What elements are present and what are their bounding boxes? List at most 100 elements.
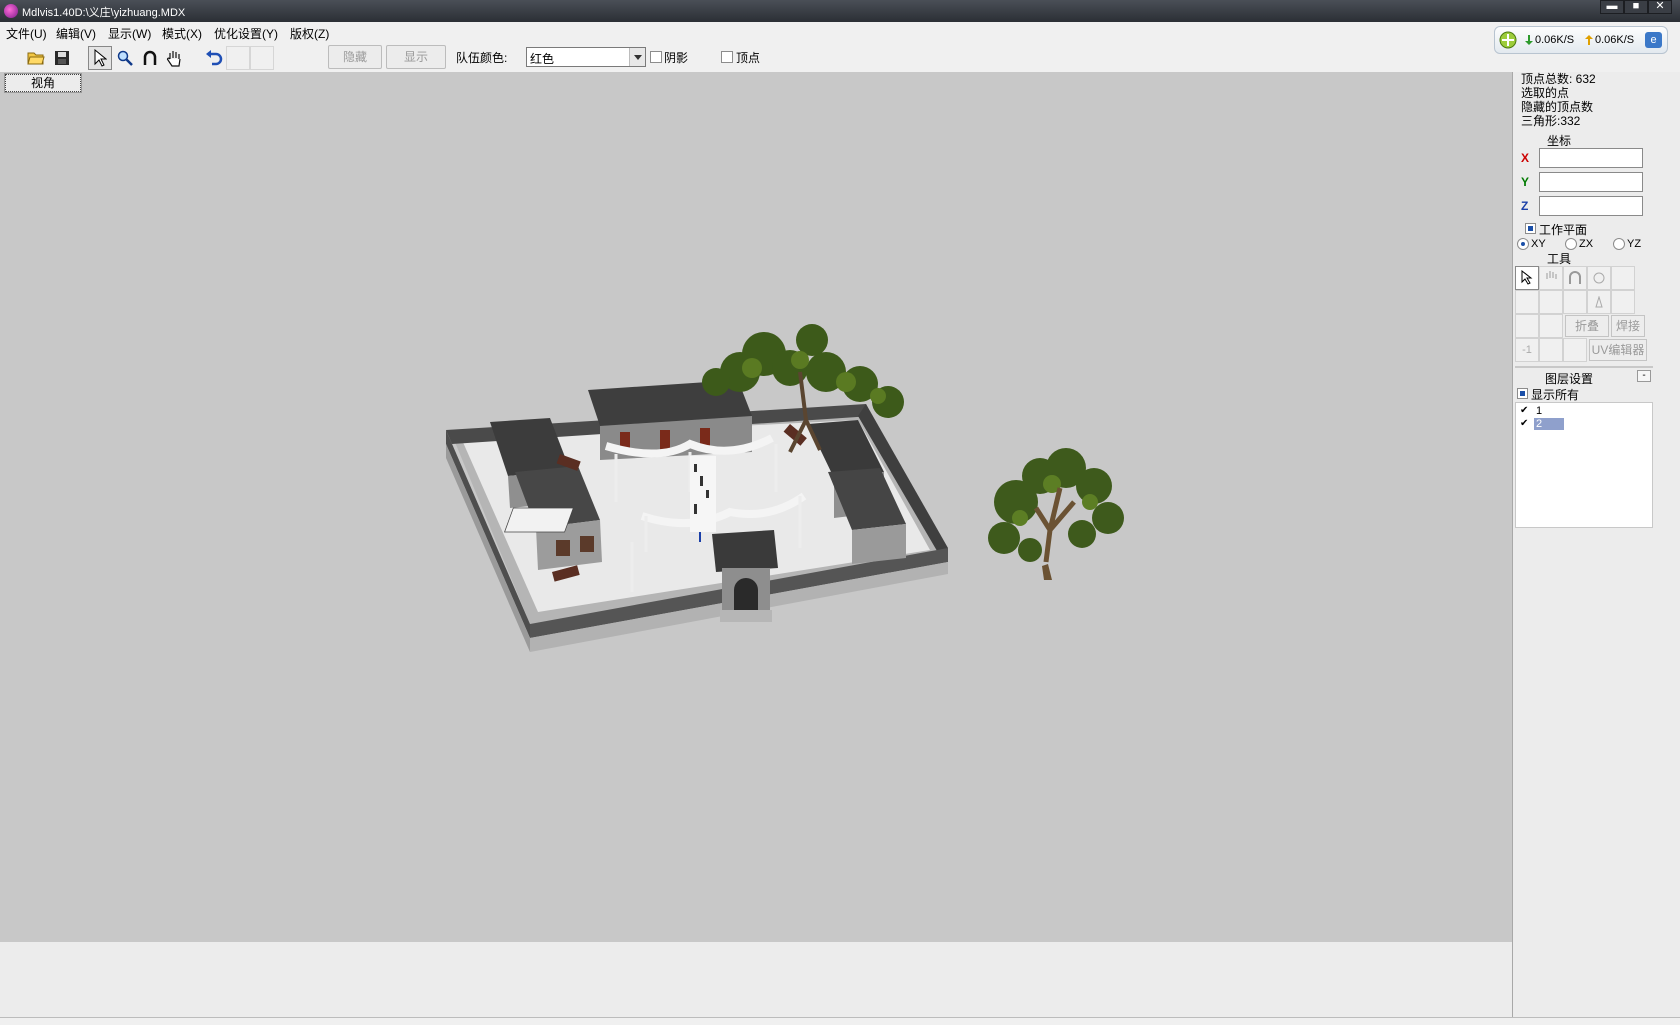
download-arrow-icon	[1525, 35, 1533, 45]
maximize-button[interactable]: ■	[1624, 0, 1648, 14]
fold-button[interactable]: 折叠	[1565, 315, 1609, 337]
blank-tool-button-2[interactable]	[250, 46, 274, 70]
status-bar	[0, 1017, 1680, 1025]
triangles-stat: 三角形:332	[1521, 114, 1581, 128]
menu-edit[interactable]: 编辑(V)	[56, 25, 96, 42]
show-all-label: 显示所有	[1531, 388, 1580, 402]
undo-button[interactable]	[202, 46, 226, 70]
plane-zx-label: ZX	[1579, 238, 1594, 250]
layer-name: 2	[1534, 418, 1564, 430]
menu-file[interactable]: 文件(U)	[6, 25, 47, 42]
select-arrow-icon	[94, 49, 107, 67]
tool-slot-10[interactable]	[1611, 290, 1635, 314]
vertex-select-tool[interactable]	[1515, 266, 1539, 290]
layer-checkbox[interactable]: ✔	[1520, 419, 1531, 430]
pan-vertex-tool[interactable]	[1539, 266, 1563, 290]
circle-tool[interactable]	[1587, 266, 1611, 290]
tool-slot-6[interactable]	[1515, 290, 1539, 314]
menu-bar: 文件(U) 编辑(V) 显示(W) 模式(X) 优化设置(Y) 版权(Z)	[0, 22, 1680, 42]
minus-one-button[interactable]: -1	[1515, 338, 1539, 362]
open-folder-icon	[27, 52, 45, 65]
selected-points-stat: 选取的点	[1521, 86, 1570, 100]
show-all-checkbox[interactable]	[1517, 388, 1528, 399]
layer-checkbox[interactable]: ✔	[1520, 406, 1531, 417]
open-button[interactable]	[24, 46, 48, 70]
coords-title: 坐标	[1547, 134, 1572, 148]
select-tool-button[interactable]	[88, 46, 112, 70]
tools-title: 工具	[1547, 252, 1572, 266]
menu-copyright[interactable]: 版权(Z)	[290, 25, 329, 42]
plane-zx-radio[interactable]	[1565, 238, 1577, 250]
x-label: X	[1521, 151, 1530, 165]
blank-tool-button-1[interactable]	[226, 46, 250, 70]
undo-icon	[206, 50, 223, 66]
y-coord-input[interactable]	[1539, 172, 1643, 192]
app-icon	[4, 4, 18, 18]
browser-icon: e	[1645, 32, 1662, 48]
hide-button[interactable]: 隐藏	[328, 45, 382, 69]
plane-xy-radio[interactable]	[1517, 238, 1529, 250]
hidden-vertices-stat: 隐藏的顶点数	[1521, 100, 1594, 114]
circle-icon	[1593, 272, 1605, 284]
layers-list[interactable]: ✔ 1 ✔ 2	[1515, 402, 1653, 528]
plane-yz-radio[interactable]	[1613, 238, 1625, 250]
uv-editor-button[interactable]: UV编辑器	[1589, 339, 1647, 361]
viewport-3d[interactable]: 视角	[0, 72, 1512, 942]
hand-icon	[167, 51, 181, 67]
y-label: Y	[1521, 175, 1530, 189]
upload-arrow-icon	[1585, 35, 1593, 45]
tool-slot-8[interactable]	[1563, 290, 1587, 314]
layer-name: 1	[1536, 405, 1543, 417]
tool-slot-15[interactable]	[1563, 338, 1587, 362]
extrude-tool[interactable]	[1587, 290, 1611, 314]
bottom-panel	[0, 942, 1512, 1017]
rotate-icon	[1569, 271, 1581, 284]
vertex-label: 顶点	[736, 51, 761, 65]
plane-xy-label: XY	[1531, 238, 1546, 250]
network-globe-icon	[1499, 31, 1517, 49]
tool-slot-7[interactable]	[1539, 290, 1563, 314]
menu-display[interactable]: 显示(W)	[108, 25, 151, 42]
select-arrow-icon	[1521, 270, 1533, 285]
z-coord-input[interactable]	[1539, 196, 1643, 216]
menu-optimize[interactable]: 优化设置(Y)	[214, 25, 278, 42]
shadow-checkbox[interactable]	[650, 51, 662, 63]
tool-slot-11[interactable]	[1515, 314, 1539, 338]
team-color-label: 队伍颜色:	[456, 51, 508, 65]
hand-icon	[1546, 271, 1557, 279]
team-color-select[interactable]: 红色	[526, 47, 646, 67]
rotate-tool-button[interactable]	[138, 46, 162, 70]
close-button[interactable]: ✕	[1648, 0, 1672, 14]
menu-mode[interactable]: 模式(X)	[162, 25, 202, 42]
properties-panel: 顶点总数: 632 选取的点 隐藏的顶点数 三角形:332 坐标 X Y Z 工…	[1512, 72, 1680, 1017]
pan-tool-button[interactable]	[162, 46, 186, 70]
rotate-vertex-tool[interactable]	[1563, 266, 1587, 290]
layers-title: 图层设置	[1545, 372, 1594, 386]
team-color-value: 红色	[530, 52, 555, 66]
model-render	[446, 324, 1124, 652]
vertex-checkbox[interactable]	[721, 51, 733, 63]
panel-divider	[1515, 366, 1653, 368]
save-button[interactable]	[50, 46, 74, 70]
work-plane-label: 工作平面	[1539, 223, 1588, 237]
tool-slot-12[interactable]	[1539, 314, 1563, 338]
layers-collapse-button[interactable]: -	[1637, 370, 1651, 382]
x-coord-input[interactable]	[1539, 148, 1643, 168]
extrude-icon	[1595, 296, 1603, 308]
tool-slot-5[interactable]	[1611, 266, 1635, 290]
total-vertices-stat: 顶点总数: 632	[1521, 72, 1596, 86]
save-icon	[55, 51, 69, 65]
tool-slot-14[interactable]	[1539, 338, 1563, 362]
zoom-tool-button[interactable]	[113, 46, 137, 70]
z-label: Z	[1521, 199, 1529, 213]
plane-yz-label: YZ	[1627, 238, 1642, 250]
network-speed-widget[interactable]: 0.06K/S 0.06K/S e	[1494, 26, 1668, 54]
work-plane-checkbox[interactable]	[1525, 223, 1536, 234]
show-button[interactable]: 显示	[386, 45, 446, 69]
minimize-button[interactable]: ▬	[1600, 0, 1624, 14]
chevron-down-icon[interactable]	[629, 48, 645, 66]
zoom-icon	[117, 50, 133, 66]
weld-button[interactable]: 焊接	[1611, 315, 1645, 337]
upload-speed: 0.06K/S	[1595, 34, 1635, 46]
title-bar: Mdlvis1.40D:\义庄\yizhuang.MDX ▬ ■ ✕	[0, 0, 1680, 22]
